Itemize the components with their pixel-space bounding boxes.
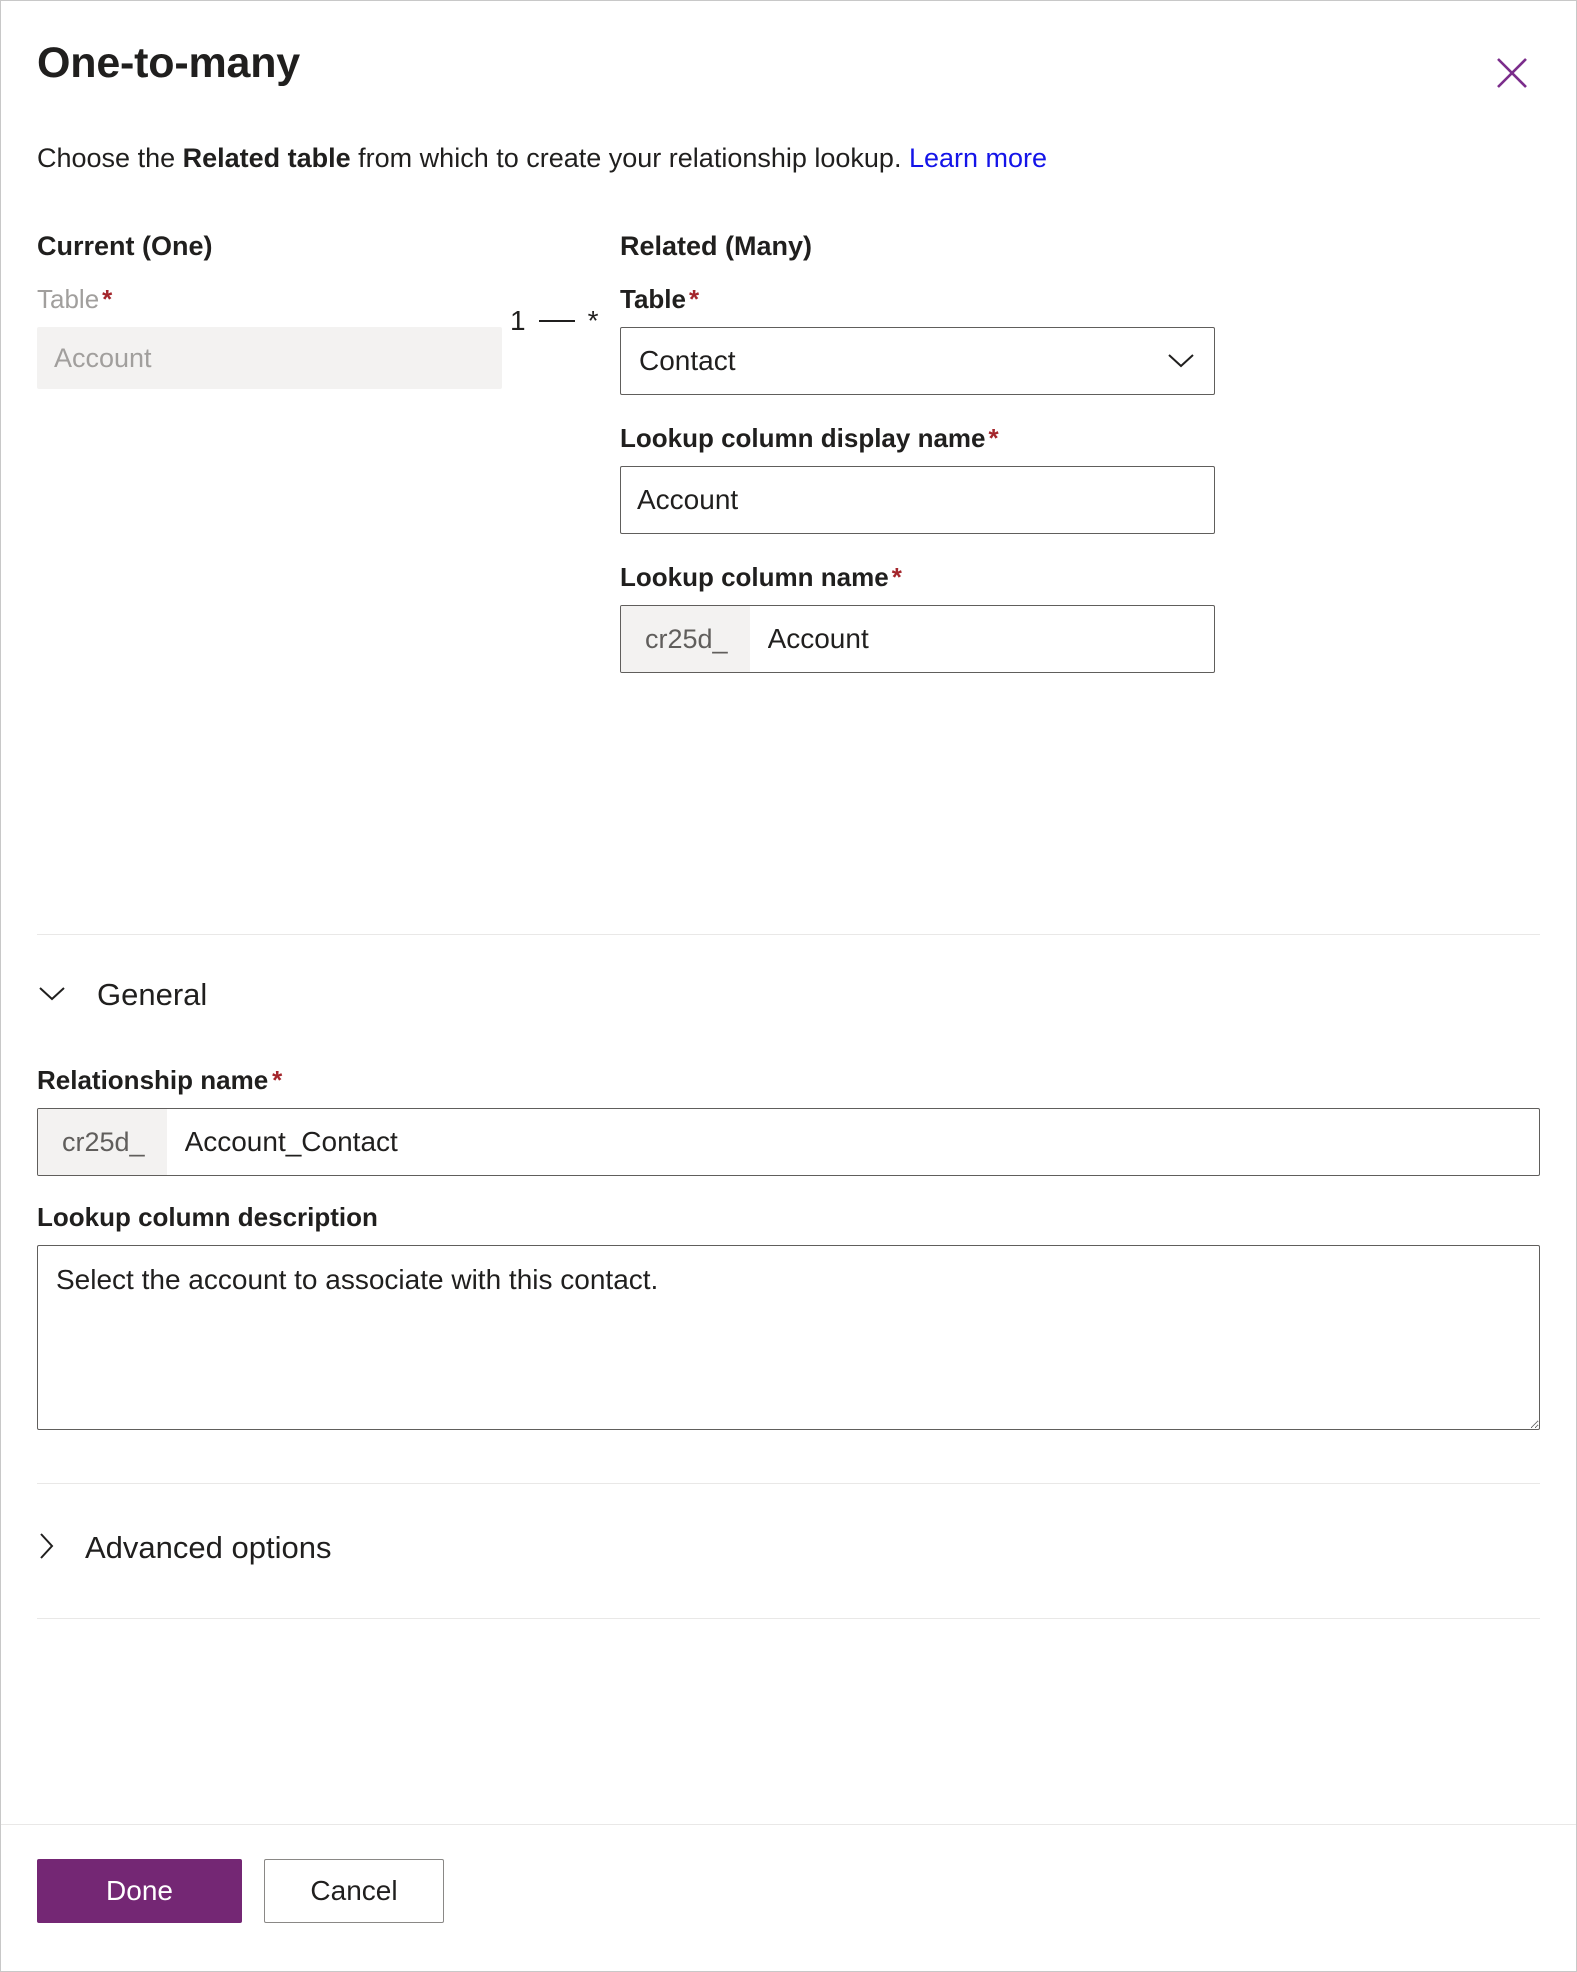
- related-many-heading: Related (Many): [620, 231, 1215, 262]
- advanced-options-label: Advanced options: [85, 1530, 331, 1566]
- required-asterisk: *: [689, 284, 699, 314]
- related-table-label-text: Table: [620, 284, 686, 314]
- spacer: [1, 1619, 1576, 1824]
- close-icon: [1492, 53, 1532, 93]
- lookup-column-name-input[interactable]: [750, 606, 1214, 672]
- lookup-column-name-label-text: Lookup column name: [620, 562, 889, 592]
- relationship-name-label: Relationship name*: [37, 1065, 1540, 1096]
- general-section-label: General: [97, 977, 207, 1013]
- required-asterisk: *: [102, 284, 112, 314]
- general-section-toggle[interactable]: General: [1, 977, 1576, 1013]
- general-section-content: Relationship name* cr25d_ Lookup column …: [1, 1065, 1576, 1435]
- cancel-button[interactable]: Cancel: [264, 1859, 444, 1923]
- done-button[interactable]: Done: [37, 1859, 242, 1923]
- cardinality-dash-icon: [539, 320, 575, 322]
- related-table-dropdown[interactable]: Contact: [620, 327, 1215, 395]
- description-prefix: Choose the: [37, 143, 183, 173]
- lookup-column-name-field[interactable]: cr25d_: [620, 605, 1215, 673]
- cardinality-one: 1: [510, 305, 526, 337]
- lookup-display-name-input[interactable]: [620, 466, 1215, 534]
- dialog-footer: Done Cancel: [1, 1825, 1576, 1971]
- divider-above-general: [37, 934, 1540, 935]
- divider-above-advanced: [37, 1483, 1540, 1484]
- relationship-name-prefix: cr25d_: [38, 1109, 167, 1175]
- page-title: One-to-many: [37, 39, 1538, 88]
- close-button[interactable]: [1488, 49, 1536, 97]
- current-table-input: [37, 327, 502, 389]
- current-table-label-text: Table: [37, 284, 99, 314]
- related-many-column: Related (Many) Table* Contact Lookup col…: [620, 231, 1215, 674]
- current-one-heading: Current (One): [37, 231, 502, 262]
- chevron-right-icon: [37, 1531, 55, 1566]
- learn-more-link[interactable]: Learn more: [909, 143, 1047, 173]
- lookup-column-name-prefix: cr25d_: [621, 606, 750, 672]
- lookup-display-name-label: Lookup column display name*: [620, 423, 1215, 454]
- required-asterisk: *: [272, 1065, 282, 1095]
- dialog-body: Current (One) Table* 1 * Related (Many) …: [1, 177, 1576, 878]
- relationship-name-input[interactable]: [167, 1109, 1539, 1175]
- dialog-header: One-to-many Choose the Related table fro…: [1, 1, 1576, 177]
- lookup-description-label: Lookup column description: [37, 1202, 1540, 1233]
- one-to-many-dialog: One-to-many Choose the Related table fro…: [0, 0, 1577, 1972]
- description-suffix: from which to create your relationship l…: [351, 143, 909, 173]
- lookup-description-textarea[interactable]: Select the account to associate with thi…: [37, 1245, 1540, 1430]
- description-bold: Related table: [183, 143, 351, 173]
- current-table-label: Table*: [37, 284, 502, 315]
- required-asterisk: *: [892, 562, 902, 592]
- dialog-description: Choose the Related table from which to c…: [37, 140, 1538, 176]
- related-table-label: Table*: [620, 284, 1215, 315]
- required-asterisk: *: [989, 423, 999, 453]
- relationship-name-field[interactable]: cr25d_: [37, 1108, 1540, 1176]
- cardinality-many: *: [588, 305, 599, 337]
- chevron-down-icon: [1166, 352, 1196, 370]
- lookup-display-name-label-text: Lookup column display name: [620, 423, 986, 453]
- cardinality-indicator: 1 *: [502, 231, 620, 674]
- lookup-column-name-label: Lookup column name*: [620, 562, 1215, 593]
- advanced-options-toggle[interactable]: Advanced options: [1, 1530, 1576, 1566]
- chevron-down-icon: [37, 984, 67, 1007]
- tables-columns: Current (One) Table* 1 * Related (Many) …: [37, 231, 1540, 674]
- current-one-column: Current (One) Table*: [37, 231, 502, 674]
- relationship-name-label-text: Relationship name: [37, 1065, 268, 1095]
- related-table-value: Contact: [621, 345, 736, 377]
